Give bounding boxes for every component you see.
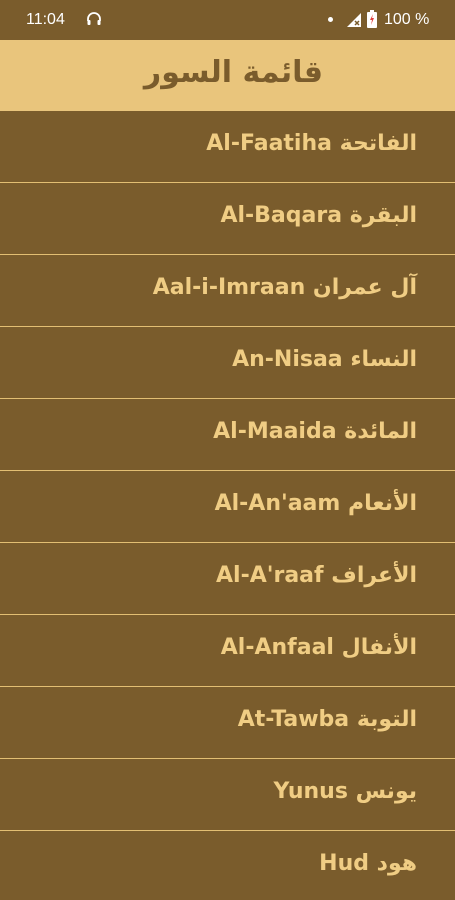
surah-label: Yunus يونس: [273, 779, 418, 804]
surah-item-yunus[interactable]: Yunus يونس: [0, 759, 455, 831]
surah-item-al-araaf[interactable]: Al-A'raaf الأعراف: [0, 543, 455, 615]
surah-label: Al-Anfaal الأنفال: [220, 635, 417, 660]
surah-label: Al-Baqara البقرة: [220, 203, 417, 228]
surah-item-al-baqara[interactable]: Al-Baqara البقرة: [0, 183, 455, 255]
surah-label: Al-An'aam الأنعام: [214, 491, 417, 516]
surah-label: Al-Maaida المائدة: [213, 419, 417, 444]
surah-label: Aal-i-Imraan آل عمران: [152, 275, 417, 300]
surah-label: Al-Faatiha الفاتحة: [206, 131, 417, 156]
surah-list[interactable]: Al-Faatiha الفاتحة Al-Baqara البقرة Aal-…: [0, 111, 455, 900]
app-header: قائمة السور: [0, 40, 455, 111]
surah-item-aal-i-imraan[interactable]: Aal-i-Imraan آل عمران: [0, 255, 455, 327]
surah-label: An-Nisaa النساء: [232, 347, 417, 372]
surah-item-hud[interactable]: Hud هود: [0, 831, 455, 900]
battery-charging-icon: [367, 10, 377, 28]
status-bar: 11:04 100 %: [0, 0, 455, 40]
surah-item-an-nisaa[interactable]: An-Nisaa النساء: [0, 327, 455, 399]
battery-level: 100 %: [384, 11, 430, 28]
surah-item-al-faatiha[interactable]: Al-Faatiha الفاتحة: [0, 111, 455, 183]
headphones-icon: [87, 12, 101, 25]
status-time: 11:04: [26, 11, 65, 28]
surah-label: Hud هود: [319, 851, 417, 876]
surah-item-al-anaam[interactable]: Al-An'aam الأنعام: [0, 471, 455, 543]
page-title: قائمة السور: [143, 55, 323, 90]
surah-item-al-maaida[interactable]: Al-Maaida المائدة: [0, 399, 455, 471]
signal-icon: [347, 13, 361, 27]
surah-item-at-tawba[interactable]: At-Tawba التوبة: [0, 687, 455, 759]
notification-dot-icon: [328, 17, 333, 22]
surah-label: At-Tawba التوبة: [237, 707, 417, 732]
surah-label: Al-A'raaf الأعراف: [216, 563, 417, 588]
surah-item-al-anfaal[interactable]: Al-Anfaal الأنفال: [0, 615, 455, 687]
